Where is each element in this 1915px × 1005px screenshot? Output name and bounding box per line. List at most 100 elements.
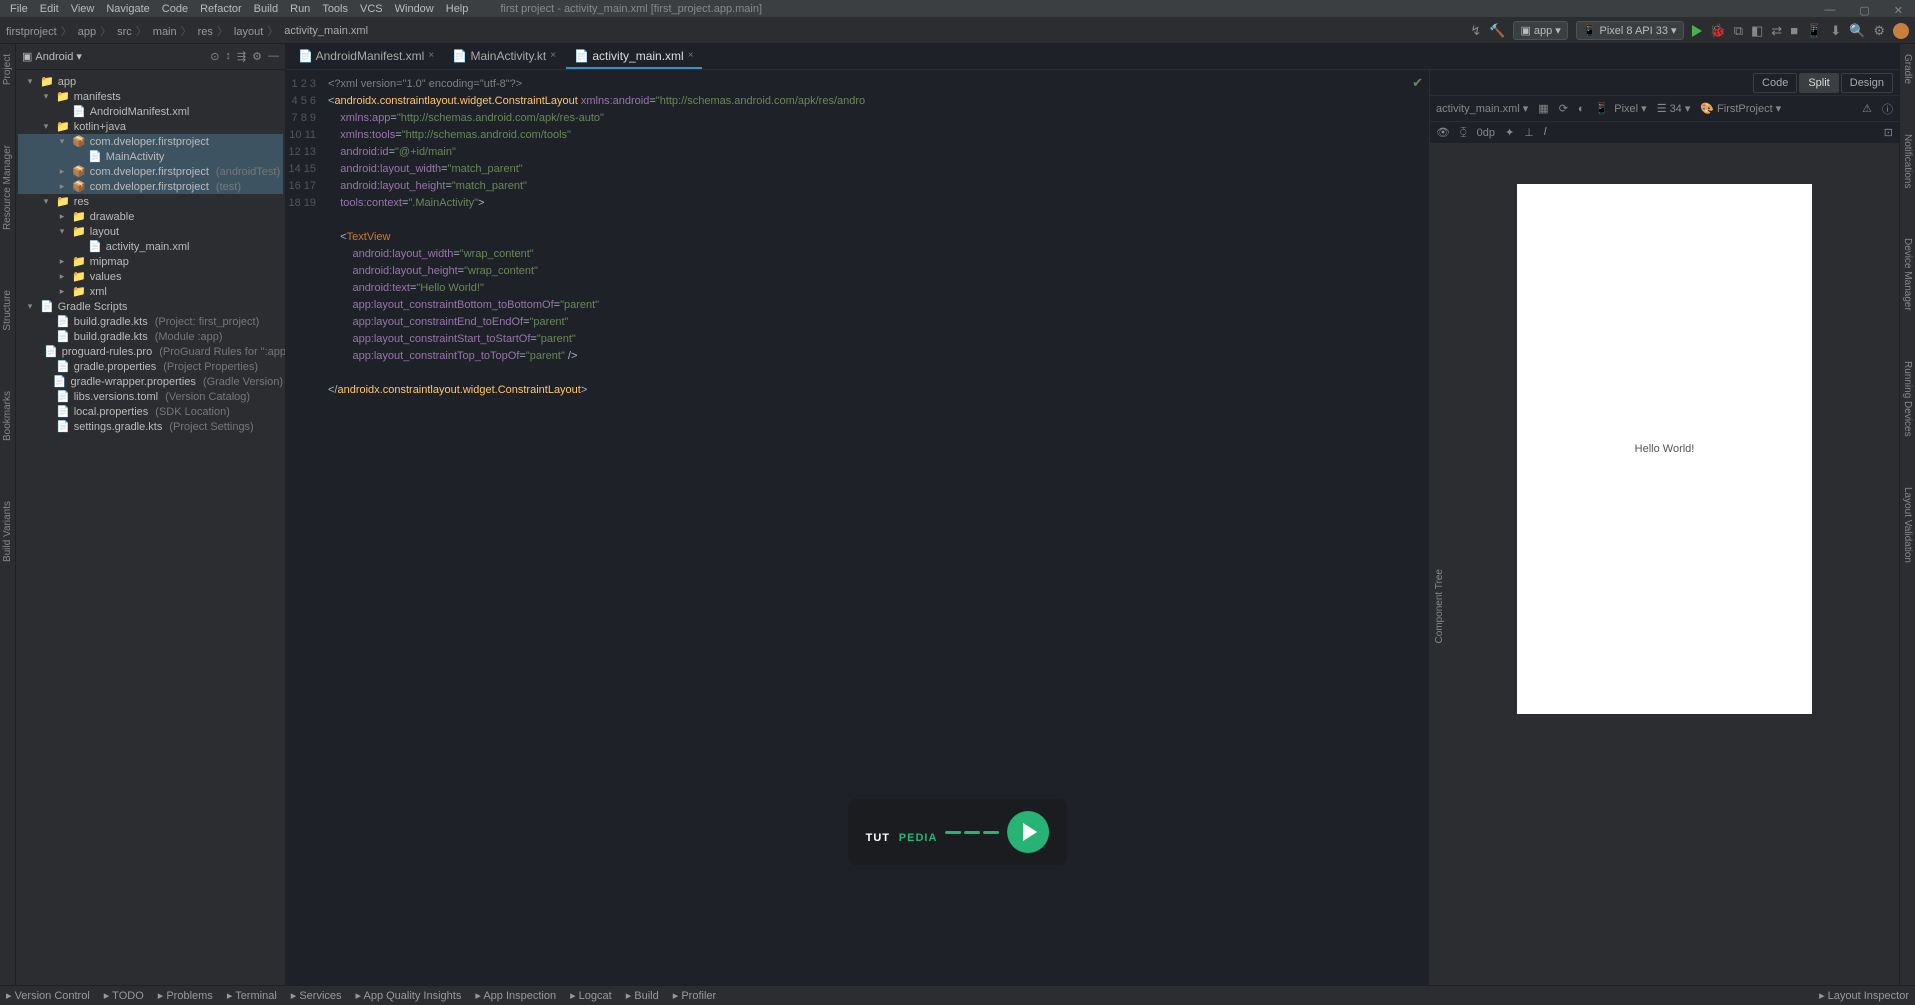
sort-icon[interactable]: ↕ (225, 50, 231, 63)
menu-navigate[interactable]: Navigate (100, 1, 155, 17)
settings-icon[interactable]: ⚙ (1873, 23, 1885, 39)
menu-refactor[interactable]: Refactor (194, 1, 248, 17)
tree-node[interactable]: ▾📁manifests (18, 89, 283, 104)
tree-node[interactable]: ▸📁xml (18, 284, 283, 299)
left-rail-tab[interactable]: Structure (2, 290, 13, 331)
collapse-icon[interactable]: — (268, 50, 279, 63)
right-rail-tab[interactable]: Running Devices (1902, 361, 1913, 437)
debug-icon[interactable]: 🐞 (1710, 23, 1726, 39)
bottom-tab[interactable]: ▸ Profiler (673, 989, 716, 1002)
tree-node[interactable]: ▾📁res (18, 194, 283, 209)
tree-node[interactable]: ▾📁layout (18, 224, 283, 239)
project-view-select[interactable]: ▣ Android ▾ (22, 50, 82, 63)
left-rail-tab[interactable]: Resource Manager (2, 145, 13, 230)
tree-node[interactable]: 📄settings.gradle.kts(Project Settings) (18, 419, 283, 434)
left-rail-tab[interactable]: Build Variants (2, 501, 13, 562)
tree-node[interactable]: 📄gradle.properties(Project Properties) (18, 359, 283, 374)
tree-node[interactable]: 📄build.gradle.kts(Module :app) (18, 329, 283, 344)
layout-file-select[interactable]: activity_main.xml ▾ (1436, 102, 1528, 115)
menu-edit[interactable]: Edit (34, 1, 65, 17)
hammer-icon[interactable]: 🔨 (1489, 23, 1505, 39)
sync-icon[interactable]: ↯ (1470, 23, 1481, 39)
menu-file[interactable]: File (4, 1, 34, 17)
right-rail-tab[interactable]: Layout Validation (1902, 487, 1913, 563)
locate-icon[interactable]: ⊙ (210, 50, 219, 63)
crumb[interactable]: firstproject (6, 23, 72, 39)
margin-select[interactable]: 0dp (1477, 127, 1495, 139)
crumb[interactable]: layout (234, 23, 278, 39)
bottom-tab[interactable]: ▸ Services (291, 989, 342, 1002)
attach-icon[interactable]: ⇄ (1771, 23, 1782, 39)
crumb[interactable]: activity_main.xml (284, 25, 372, 37)
run-config-select[interactable]: ▣ app ▾ (1513, 21, 1567, 40)
api-select[interactable]: ☰ 34 ▾ (1657, 102, 1691, 115)
bottom-tab[interactable]: ▸ Version Control (6, 989, 90, 1002)
bottom-tab-right[interactable]: ▸ Layout Inspector (1819, 989, 1909, 1002)
close-icon[interactable]: ✕ (1888, 2, 1909, 19)
warnings-icon[interactable]: ⚠ (1862, 102, 1872, 115)
tree-node[interactable]: ▸📁mipmap (18, 254, 283, 269)
run-icon[interactable] (1692, 25, 1702, 37)
editor-tab[interactable]: 📄 activity_main.xml × (566, 45, 701, 69)
design-canvas[interactable]: Component Tree Hello World! (1430, 144, 1899, 985)
design-surface-icon[interactable]: ▦ (1538, 102, 1548, 115)
theme-select[interactable]: 🎨 FirstProject ▾ (1700, 102, 1781, 115)
left-rail-tab[interactable]: Project (2, 54, 13, 85)
guideline-icon[interactable]: ⊥ (1524, 126, 1534, 139)
bottom-tab[interactable]: ▸ Logcat (570, 989, 612, 1002)
coverage-icon[interactable]: ⧉ (1734, 23, 1743, 39)
bottom-tab[interactable]: ▸ TODO (104, 989, 144, 1002)
tree-node[interactable]: 📄build.gradle.kts(Project: first_project… (18, 314, 283, 329)
design-tab[interactable]: Design (1841, 73, 1893, 93)
info-icon[interactable]: ⓘ (1882, 101, 1893, 117)
code-content[interactable]: <?xml version="1.0" encoding="utf-8"?> <… (324, 70, 865, 985)
tree-node[interactable]: ▾📦com.dveloper.firstproject (18, 134, 283, 149)
bottom-tab[interactable]: ▸ Build (626, 989, 659, 1002)
tree-node[interactable]: 📄gradle-wrapper.properties(Gradle Versio… (18, 374, 283, 389)
eye-icon[interactable]: 👁 (1436, 126, 1450, 139)
device-type-select[interactable]: 📱 Pixel ▾ (1595, 102, 1647, 115)
tree-node[interactable]: ▸📁drawable (18, 209, 283, 224)
filter-icon[interactable]: ⇶ (237, 50, 246, 63)
editor-tab[interactable]: 📄 AndroidManifest.xml × (290, 45, 442, 69)
wand-icon[interactable]: ✦ (1505, 126, 1514, 139)
menu-window[interactable]: Window (389, 1, 440, 17)
tree-node[interactable]: 📄MainActivity (18, 149, 283, 164)
avd-icon[interactable]: 📱 (1806, 23, 1822, 39)
right-rail-tab[interactable]: Gradle (1902, 54, 1913, 84)
menu-run[interactable]: Run (284, 1, 316, 17)
close-icon[interactable]: × (428, 50, 434, 61)
device-select[interactable]: 📱 Pixel 8 API 33 ▾ (1576, 21, 1684, 40)
profiler-icon[interactable]: ◧ (1751, 23, 1763, 39)
menu-build[interactable]: Build (248, 1, 284, 17)
tree-node[interactable]: ▸📦com.dveloper.firstproject(test) (18, 179, 283, 194)
crumb[interactable]: main (153, 23, 192, 39)
project-tree[interactable]: ▾📁app▾📁manifests📄AndroidManifest.xml▾📁ko… (16, 70, 285, 985)
editor-tab[interactable]: 📄 MainActivity.kt × (444, 45, 564, 69)
minimize-icon[interactable]: — (1818, 2, 1841, 19)
gear-icon[interactable]: ⚙ (252, 50, 262, 63)
sdk-icon[interactable]: ⬇ (1830, 23, 1841, 39)
bottom-tab[interactable]: ▸ Terminal (227, 989, 277, 1002)
tree-node[interactable]: ▸📦com.dveloper.firstproject(androidTest) (18, 164, 283, 179)
menu-code[interactable]: Code (156, 1, 194, 17)
right-rail-tab[interactable]: Device Manager (1902, 238, 1913, 311)
menu-help[interactable]: Help (440, 1, 475, 17)
preview-device[interactable]: Hello World! (1517, 184, 1812, 714)
tree-node[interactable]: ▾📁app (18, 74, 283, 89)
stop-icon[interactable]: ■ (1790, 23, 1798, 38)
text-icon[interactable]: 𝐼 (1544, 126, 1547, 139)
tree-node[interactable]: ▸📁values (18, 269, 283, 284)
crumb[interactable]: res (198, 23, 228, 39)
tree-node[interactable]: 📄proguard-rules.pro(ProGuard Rules for "… (18, 344, 283, 359)
tree-node[interactable]: ▾📁kotlin+java (18, 119, 283, 134)
component-tree-tab[interactable]: Component Tree (1430, 565, 1449, 648)
left-rail-tab[interactable]: Bookmarks (2, 391, 13, 441)
search-icon[interactable]: 🔍 (1849, 23, 1865, 39)
maximize-icon[interactable]: ▢ (1853, 2, 1875, 19)
menu-vcs[interactable]: VCS (354, 1, 389, 17)
zoom-fit-icon[interactable]: ⊡ (1884, 126, 1893, 139)
tree-node[interactable]: 📄libs.versions.toml(Version Catalog) (18, 389, 283, 404)
tree-node[interactable]: 📄activity_main.xml (18, 239, 283, 254)
bottom-tab[interactable]: ▸ Problems (158, 989, 213, 1002)
